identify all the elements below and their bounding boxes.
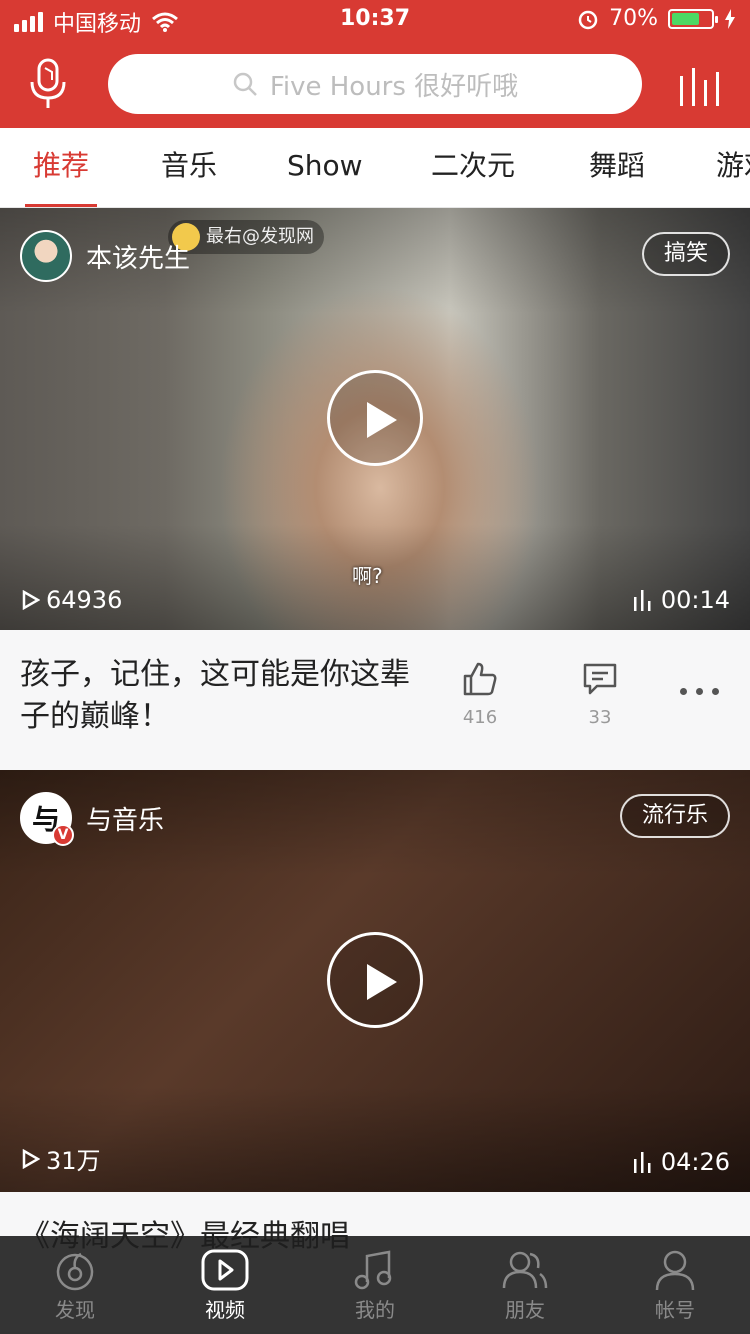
avatar[interactable] (20, 230, 72, 282)
comment-count: 33 (588, 707, 612, 728)
tab-show[interactable]: Show (287, 128, 363, 207)
video-caption[interactable]: 孩子，记住，这可能是你这辈子的巅峰！ (20, 654, 430, 738)
like-count: 416 (462, 707, 498, 728)
nav-discover[interactable]: 发现 (0, 1236, 150, 1334)
mic-icon[interactable] (28, 58, 68, 110)
alarm-icon (578, 10, 598, 29)
tab-dance[interactable]: 舞蹈 (589, 128, 645, 207)
nav-account[interactable]: 帐号 (600, 1236, 750, 1334)
video-author[interactable]: 与 V 与音乐 (20, 792, 165, 846)
play-button[interactable] (327, 370, 423, 466)
video-author[interactable]: 本该先生 (20, 230, 190, 282)
battery-icon (668, 8, 718, 29)
category-tabs: 推荐 音乐 Show 二次元 舞蹈 游戏 (0, 128, 750, 208)
more-icon[interactable] (680, 688, 720, 698)
thumbs-up-icon (463, 662, 497, 696)
status-bar: 中国移动 10:37 70% (0, 0, 750, 40)
charging-icon (725, 8, 735, 29)
friends-icon (502, 1251, 548, 1289)
top-bar: 中国移动 10:37 70% Five Hours 很好听哦 (0, 0, 750, 128)
video-card: 与 V 与音乐 流行乐 31万 04:26 《海阔天空》最经典翻唱 (0, 770, 750, 1332)
video-thumbnail[interactable]: 与 V 与音乐 流行乐 31万 04:26 (0, 770, 750, 1192)
tab-acg[interactable]: 二次元 (431, 128, 515, 207)
search-icon (233, 72, 257, 96)
tab-music[interactable]: 音乐 (161, 128, 217, 207)
video-card: 最右@发现网 啊? 本该先生 搞笑 64936 00:14 孩子，记住，这可能是… (0, 208, 750, 770)
view-count: 64936 (22, 586, 122, 614)
video-duration: 04:26 (633, 1148, 730, 1176)
comment-icon (583, 663, 617, 695)
search-placeholder: Five Hours 很好听哦 (269, 71, 519, 102)
bottom-nav: 发现 视频 我的 朋友 帐号 (0, 1236, 750, 1334)
video-icon (201, 1249, 249, 1291)
verified-badge: V (52, 824, 74, 846)
like-button[interactable]: 416 (450, 660, 510, 728)
discover-icon (56, 1252, 94, 1291)
view-count: 31万 (22, 1141, 101, 1176)
category-tag[interactable]: 搞笑 (641, 232, 730, 276)
play-count-icon (22, 1148, 40, 1169)
author-name: 本该先生 (86, 243, 191, 274)
tab-game[interactable]: 游戏 (716, 128, 750, 207)
music-note-icon (354, 1250, 392, 1290)
video-thumbnail[interactable]: 最右@发现网 啊? 本该先生 搞笑 64936 00:14 (0, 208, 750, 630)
author-name: 与音乐 (86, 805, 165, 836)
video-duration: 00:14 (633, 586, 730, 614)
tab-recommend[interactable]: 推荐 (24, 128, 98, 207)
category-tag[interactable]: 流行乐 (619, 794, 730, 838)
search-input[interactable]: Five Hours 很好听哦 (108, 54, 642, 114)
nav-video[interactable]: 视频 (150, 1236, 300, 1334)
nav-friends[interactable]: 朋友 (450, 1236, 600, 1334)
watermark: 最右@发现网 (168, 220, 324, 254)
account-icon (655, 1250, 695, 1291)
now-playing-icon[interactable] (678, 66, 724, 108)
caption-row: 孩子，记住，这可能是你这辈子的巅峰！ 416 33 (0, 630, 750, 770)
nav-mine[interactable]: 我的 (300, 1236, 450, 1334)
play-button[interactable] (327, 932, 423, 1028)
play-count-icon (22, 590, 40, 610)
duration-bars-icon (633, 1152, 651, 1173)
duration-bars-icon (633, 590, 651, 611)
avatar[interactable]: 与 V (20, 792, 74, 846)
video-subtitle: 啊? (352, 564, 383, 588)
battery-percent: 70% (609, 6, 658, 31)
comment-button[interactable]: 33 (570, 660, 630, 728)
